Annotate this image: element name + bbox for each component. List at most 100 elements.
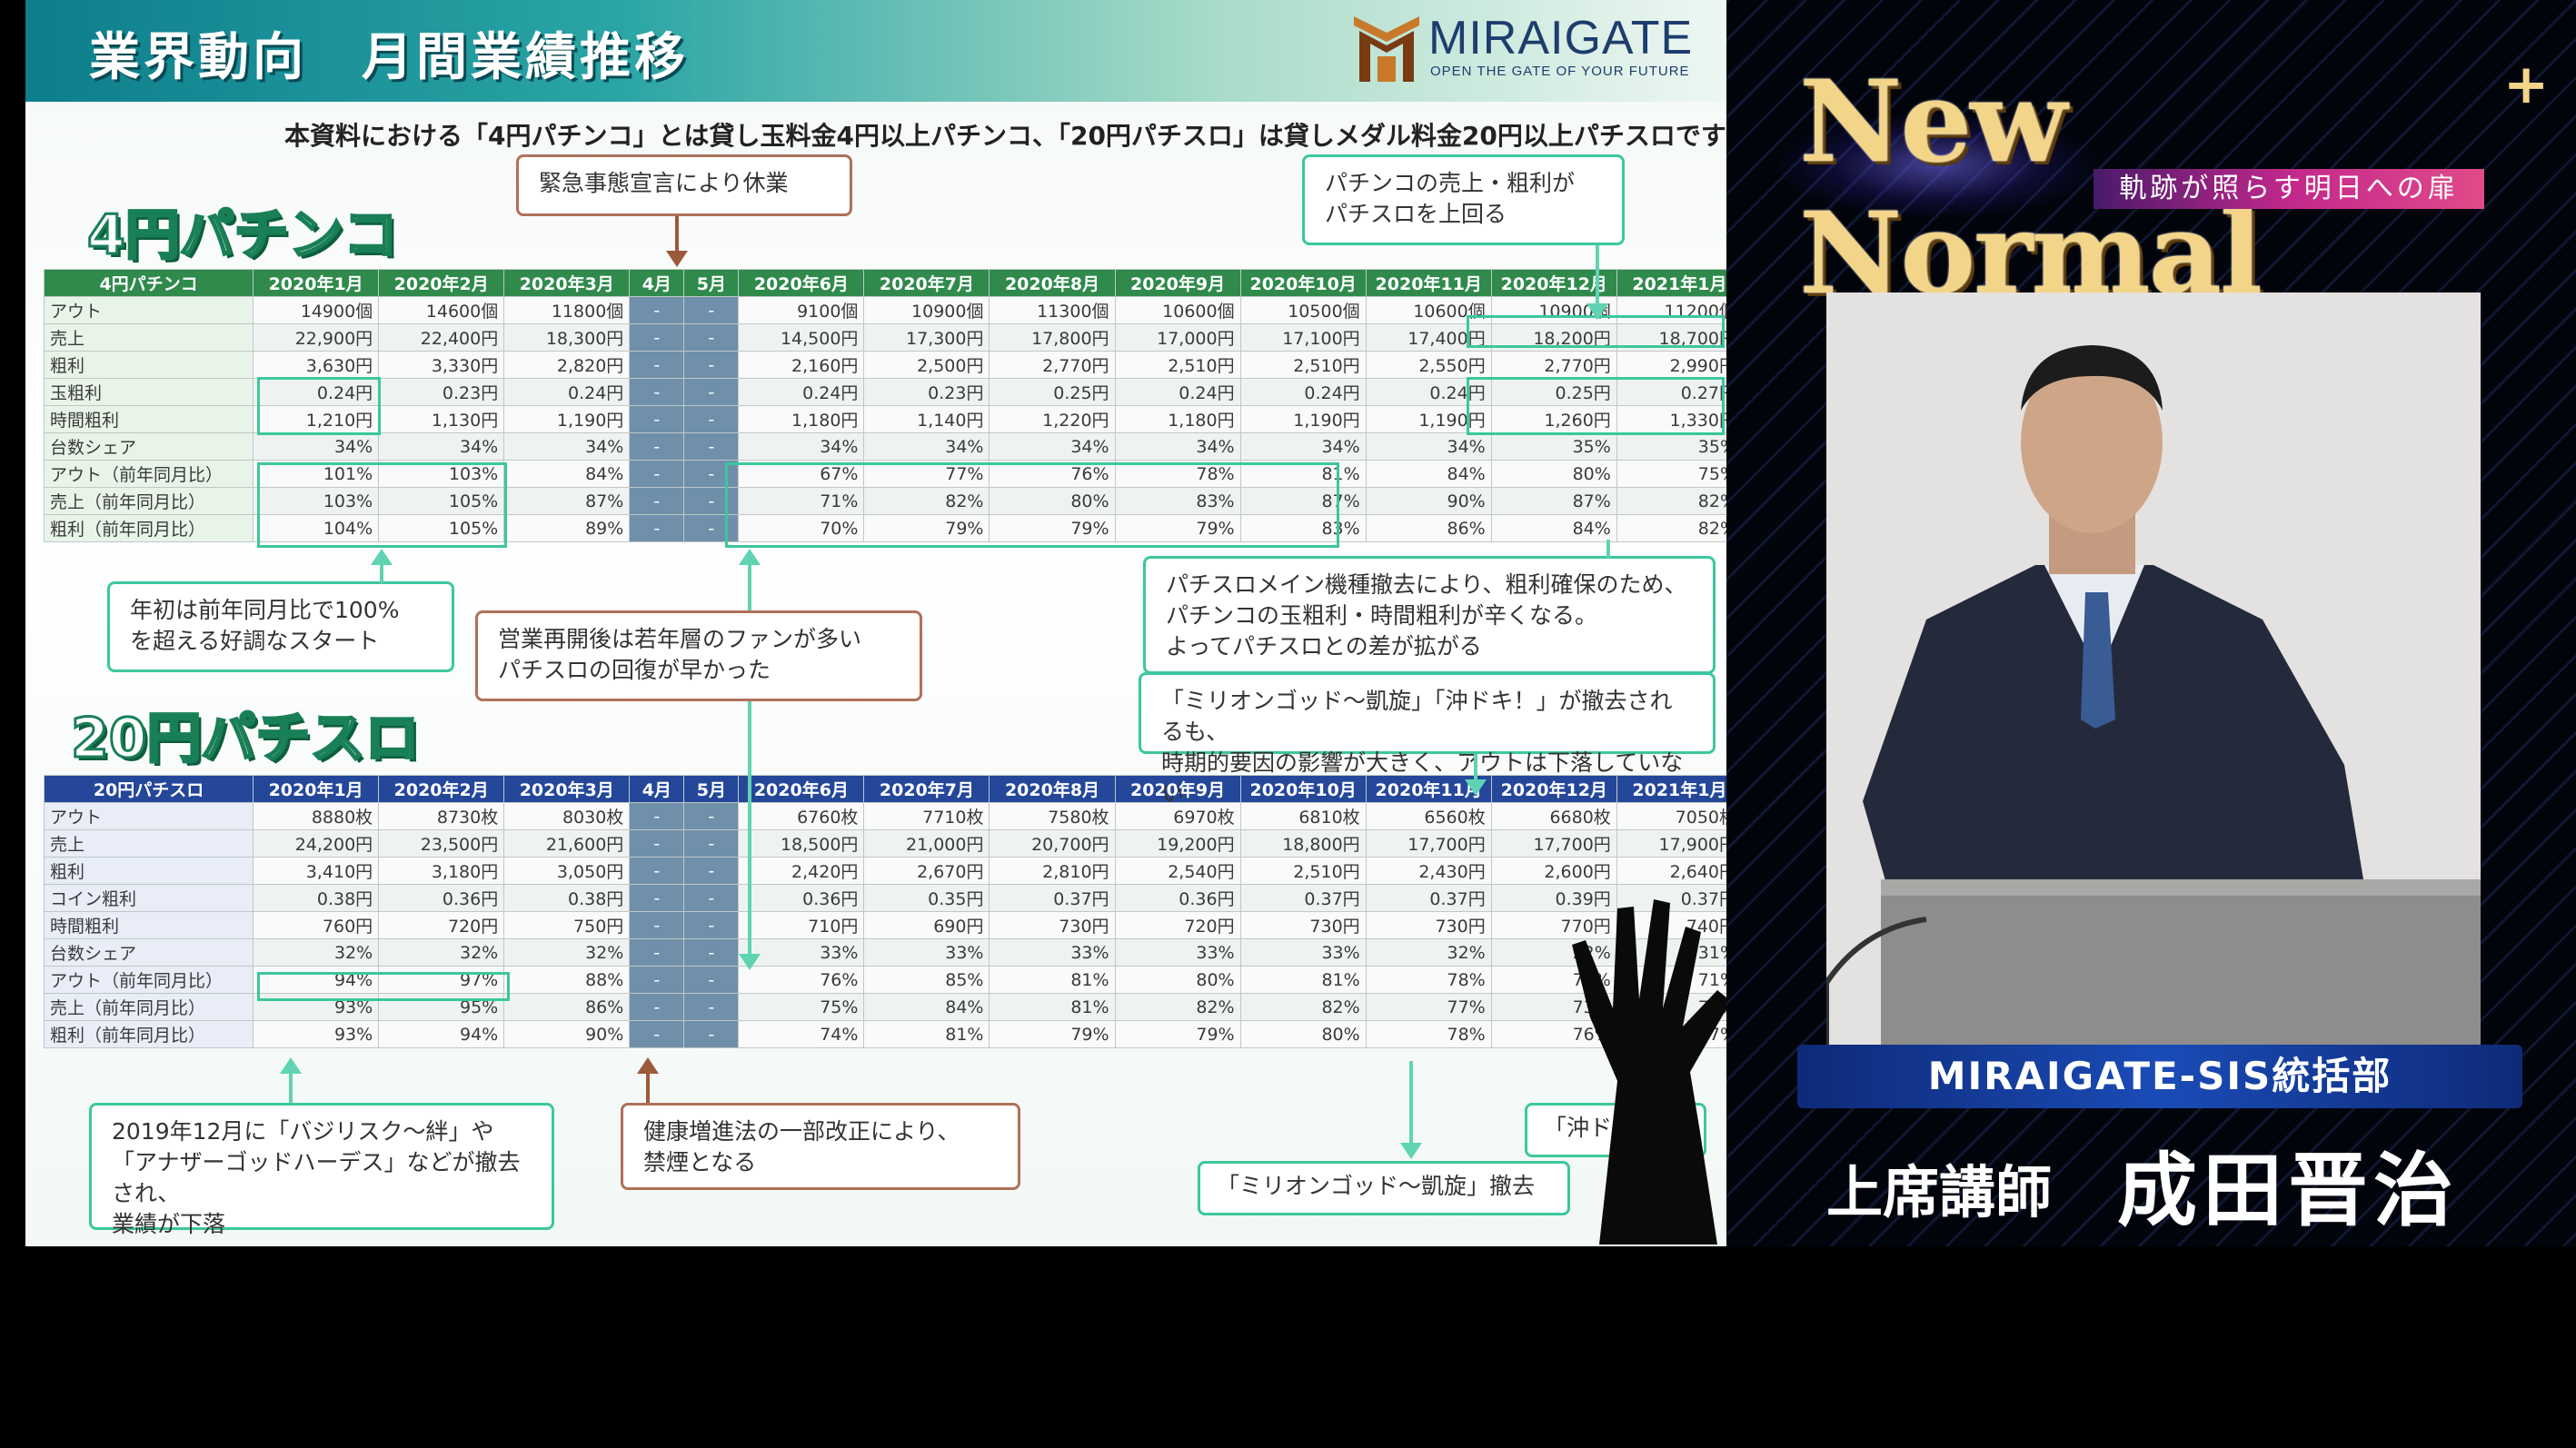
slide-title: 業界動向 月間業績推移 xyxy=(89,28,689,87)
table-cell: 0.38円 xyxy=(253,884,380,912)
table-cell: - xyxy=(629,802,685,830)
table-cell: - xyxy=(683,1020,740,1048)
table-cell: 17,000円 xyxy=(1114,323,1241,352)
arrow xyxy=(289,1070,293,1103)
column-header: 2020年3月 xyxy=(503,269,631,297)
table-cell: 2,770円 xyxy=(989,351,1116,379)
miraigate-gate-icon xyxy=(1354,16,1419,82)
highlight-box xyxy=(1467,377,1725,435)
presentation-slide: 業界動向 月間業績推移 MIRAIGATE OPEN THE GATE OF Y… xyxy=(25,0,1726,1246)
table-cell: 0.38円 xyxy=(503,884,631,912)
table-row: 台数シェア32%32%32%--33%33%33%33%33%32%32%31% xyxy=(43,938,1726,967)
table-cell: 34% xyxy=(738,432,865,461)
table-cell: 80% xyxy=(1114,966,1241,994)
column-header: 2020年2月 xyxy=(378,269,505,297)
column-header: 2020年10月 xyxy=(1239,269,1367,297)
table-cell: - xyxy=(683,323,740,352)
table-cell: 82% xyxy=(1114,993,1241,1021)
arrow xyxy=(748,701,751,956)
table-cell: 7050枚 xyxy=(1616,802,1726,830)
table-cell: 2,160円 xyxy=(738,351,865,379)
table-cell: 0.37円 xyxy=(989,884,1116,912)
table-cell: 75% xyxy=(738,993,865,1021)
highlight-box xyxy=(725,462,1339,548)
row-label: 粗利（前年同月比） xyxy=(43,1020,254,1048)
table-cell: 1,140円 xyxy=(863,405,990,433)
callout-reopen: 営業再開後は若年層のファンが多い パチスロの回復が早かった xyxy=(475,610,922,701)
table-cell: 34% xyxy=(253,432,380,461)
arrowhead xyxy=(1400,1143,1422,1159)
table-row: 粗利（前年同月比） 93% 94% 90% - -74% 81% 79% 79% 80% 78% 76… xyxy=(43,1020,1726,1048)
table-cell: 32% xyxy=(253,938,380,967)
table-cell: 0.36円 xyxy=(378,884,505,912)
table-cell: 34% xyxy=(378,432,505,461)
section-title-4yen: 4円パチンコ xyxy=(86,203,400,269)
table-cell: 3,410円 xyxy=(253,857,380,885)
table-cell: 2,990円 xyxy=(1616,351,1726,379)
table-cell: 6680枚 xyxy=(1490,802,1617,830)
table-cell: 0.35円 xyxy=(863,884,990,912)
table-cell: 14,500円 xyxy=(738,323,865,352)
table-cell: 33% xyxy=(863,938,990,967)
table-cell: 32% xyxy=(1365,938,1492,967)
table-cell: 10500個 xyxy=(1239,296,1367,324)
table-cell: - xyxy=(683,857,740,885)
table-cell: 74% xyxy=(738,1020,865,1048)
table-cell: - xyxy=(629,378,685,406)
table-cell: - xyxy=(683,802,740,830)
table-cell: 0.24円 xyxy=(1114,378,1241,406)
highlight-box xyxy=(257,972,510,1001)
table-cell: - xyxy=(629,323,685,352)
table-cell: 34% xyxy=(503,432,631,461)
table-cell: 18,300円 xyxy=(503,323,631,352)
table-cell: - xyxy=(683,829,740,858)
table-header-row: 4円パチンコ 2020年1月 2020年2月 2020年3月 4月 5月 2020年6月 20… xyxy=(43,269,1726,297)
table-cell: 1,220円 xyxy=(989,405,1116,433)
table-cell: 6560枚 xyxy=(1365,802,1492,830)
column-header: 2020年7月 xyxy=(863,775,990,803)
table-cell: 2,540円 xyxy=(1114,857,1241,885)
table-cell: 3,050円 xyxy=(503,857,631,885)
table-cell: 93% xyxy=(253,1020,380,1048)
row-label: 玉粗利 xyxy=(43,378,254,406)
row-label: アウト（前年同月比） xyxy=(43,966,254,994)
highlight-box xyxy=(257,377,381,435)
table-cell: - xyxy=(629,938,685,967)
column-header: 4月 xyxy=(629,269,685,297)
table-cell: 34% xyxy=(863,432,990,461)
table-cell: 82% xyxy=(1616,487,1726,515)
table-cell: 720円 xyxy=(1114,911,1241,939)
table-corner-label: 4円パチンコ xyxy=(43,269,254,297)
table-cell: 34% xyxy=(1114,432,1241,461)
table-cell: 14900個 xyxy=(253,296,380,324)
table-cell: 21,600円 xyxy=(503,829,631,858)
arrow xyxy=(380,565,383,583)
table-cell: 750円 xyxy=(503,911,631,939)
row-label: 時間粗利 xyxy=(43,911,254,939)
arrowhead xyxy=(739,954,761,970)
table-cell: - xyxy=(629,993,685,1021)
table-cell: 2,420円 xyxy=(738,857,865,885)
column-header: 2020年2月 xyxy=(378,775,505,803)
show-tagline: 軌跡が照らす明日への扉 xyxy=(2094,169,2484,209)
arrowhead xyxy=(371,549,393,565)
table-cell: 2,810円 xyxy=(989,857,1116,885)
table-cell: 18,500円 xyxy=(738,829,865,858)
table-cell: - xyxy=(629,514,685,542)
table-cell: 730円 xyxy=(989,911,1116,939)
table-cell: 0.25円 xyxy=(989,378,1116,406)
row-label: アウト（前年同月比） xyxy=(43,460,254,488)
callout-million-god: 「ミリオンゴッド～凱旋」「沖ドキ！」が撤去されるも、 時期的要因の影響が大きく、… xyxy=(1139,672,1716,807)
table-cell: 84% xyxy=(503,460,631,488)
table-row: 台数シェア34%34%34%--34%34%34%34%34%34%35%35% xyxy=(43,432,1726,461)
table-row: 粗利 3,630円 3,330円 2,820円 - -2,160円 2,500円 2,770円… xyxy=(43,351,1726,379)
table-cell: - xyxy=(629,857,685,885)
row-label: 粗利（前年同月比） xyxy=(43,514,254,542)
table-cell: 730円 xyxy=(1239,911,1367,939)
table-cell: 2,670円 xyxy=(863,857,990,885)
table-corner-label: 20円パチスロ xyxy=(43,775,254,803)
logo-tagline: OPEN THE GATE OF YOUR FUTURE xyxy=(1430,64,1690,79)
table-cell: 77% xyxy=(1365,993,1492,1021)
table-cell: - xyxy=(629,487,685,515)
callout-smoking: 健康増進法の一部改正により、 禁煙となる xyxy=(621,1103,1020,1190)
